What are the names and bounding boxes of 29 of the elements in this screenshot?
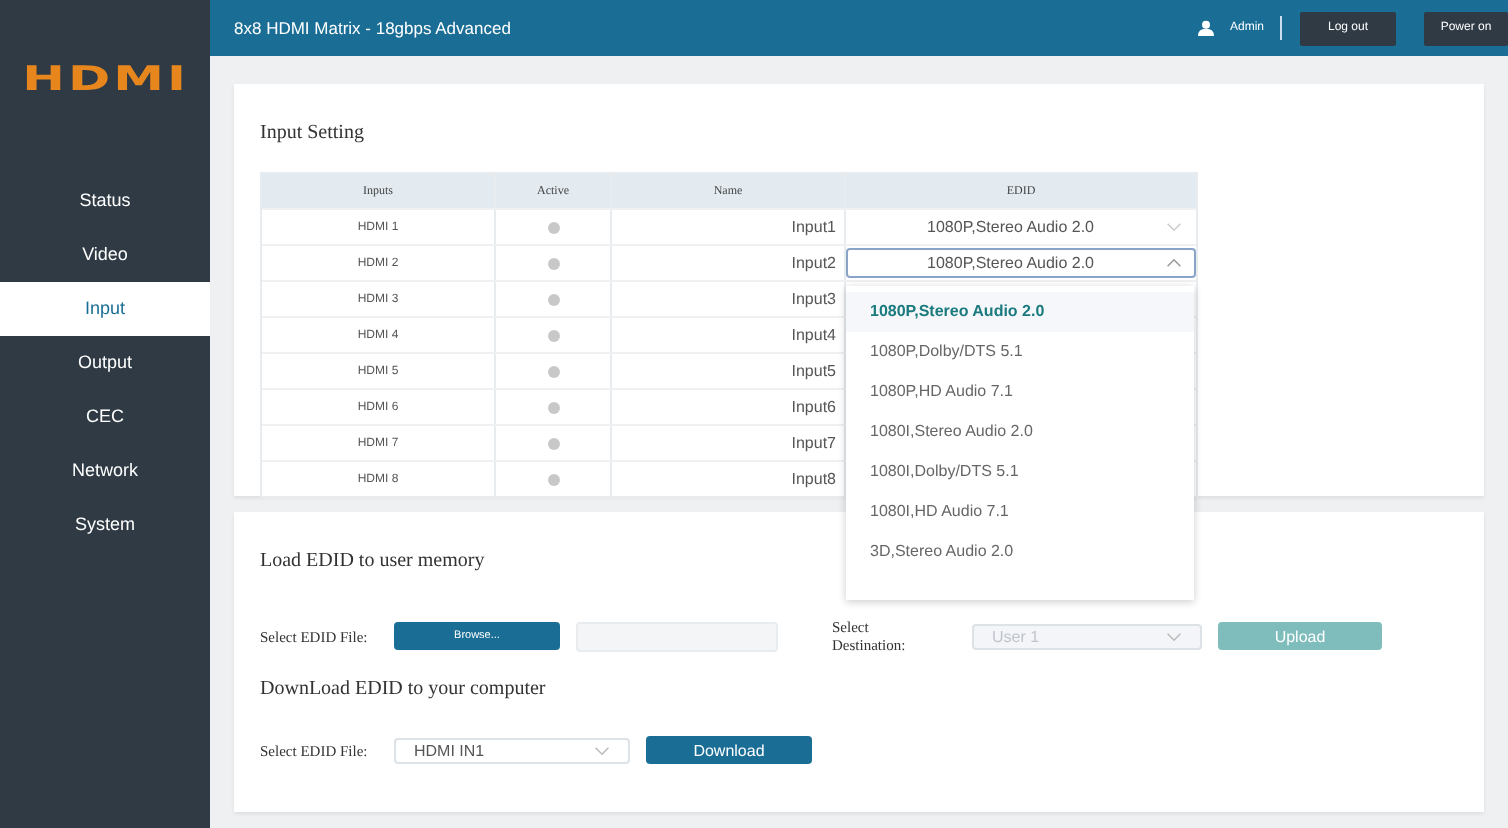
edid-select[interactable]: 1080P,Stereo Audio 2.0 xyxy=(846,212,1196,242)
table-cell: Input1 xyxy=(612,210,846,244)
dropdown-option[interactable]: 1080P,HD Audio 7.1 xyxy=(846,372,1194,412)
dropdown-option[interactable]: 1080I,Dolby/DTS 5.1 xyxy=(846,452,1194,492)
dropdown-option[interactable]: 1080I,HD Audio 7.1 xyxy=(846,492,1194,532)
download-button[interactable]: Download xyxy=(646,736,812,764)
sidebar-item[interactable]: Network xyxy=(0,444,210,498)
section-title: DownLoad EDID to your computer xyxy=(260,678,546,704)
sidebar-item[interactable]: Input xyxy=(0,282,210,336)
caret-icon xyxy=(594,745,610,755)
sidebar-item[interactable]: System xyxy=(0,498,210,552)
logo: HDMI xyxy=(21,60,189,100)
section-title: Input Setting xyxy=(260,122,364,148)
caret-icon xyxy=(1166,258,1182,268)
dropdown-option[interactable]: 1080P,Dolby/DTS 5.1 xyxy=(846,332,1194,372)
dropdown-option[interactable]: 1080P,Stereo Audio 2.0 xyxy=(846,292,1194,332)
sidebar-item[interactable]: Status xyxy=(0,174,210,228)
file-select[interactable]: HDMI IN1 xyxy=(394,737,630,763)
app-title: 8x8 HDMI Matrix - 18gbps Advanced xyxy=(234,18,511,38)
dropdown-option[interactable]: 1080I,Stereo Audio 2.0 xyxy=(846,412,1194,452)
sidebar-item[interactable]: CEC xyxy=(0,390,210,444)
dropdown-option[interactable]: 3D,Stereo Audio 2.0 xyxy=(846,532,1194,572)
edid-select[interactable]: 1080P,Stereo Audio 2.0 xyxy=(846,248,1196,278)
caret-icon xyxy=(1166,222,1182,232)
user-icon xyxy=(1197,20,1214,36)
sidebar-item[interactable]: Video xyxy=(0,228,210,282)
section-title: Load EDID to user memory xyxy=(260,550,485,576)
caret-icon xyxy=(1166,631,1182,641)
sidebar-item[interactable]: Output xyxy=(0,336,210,390)
